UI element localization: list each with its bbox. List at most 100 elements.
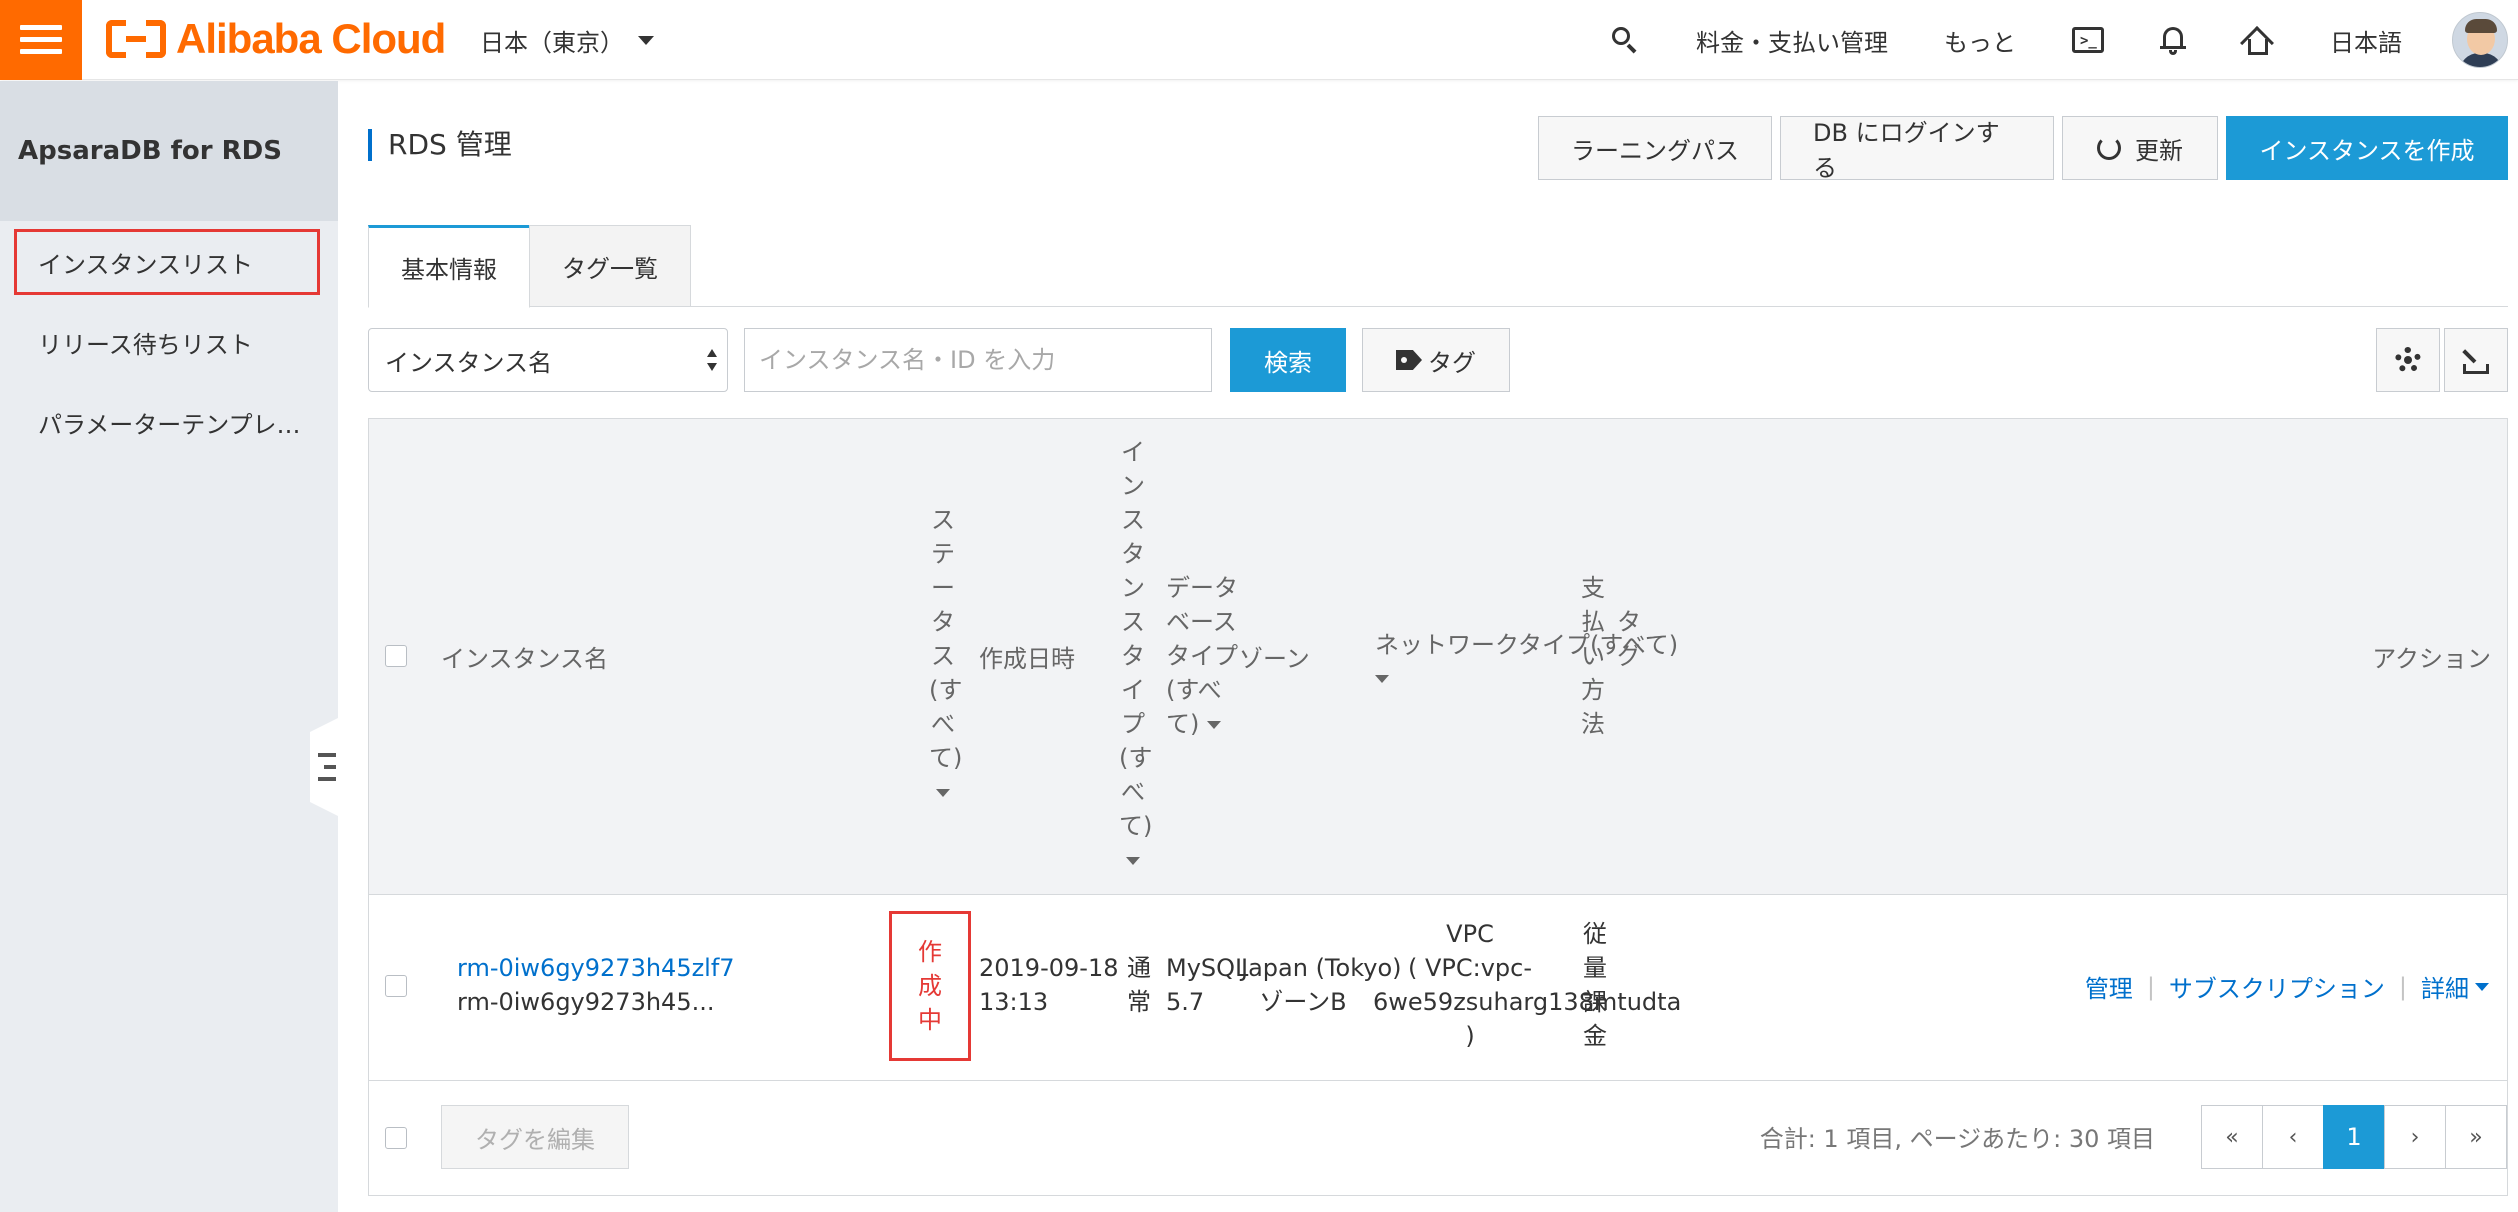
db-type-line: 5.7 [1166,988,1205,1016]
menu-button[interactable] [0,0,82,80]
header-status[interactable]: ステータス (すべて) [929,503,963,809]
header-payment-char: 法 [1581,710,1605,738]
home-button[interactable] [2214,0,2302,80]
sidebar-item-parameter-templates[interactable]: パラメーターテンプレ… [0,389,338,455]
instance-id-link[interactable]: rm-0iw6gy9273h45zlf7 [457,951,735,985]
instance-type-char: 常 [1127,988,1151,1016]
home-icon [2240,25,2274,60]
header-payment-char: 払 [1581,608,1605,636]
header-instance-type[interactable]: インスタンスタイプ (すべて) [1119,435,1152,877]
terminal-icon: >_ [2072,27,2104,53]
search-submit-button[interactable]: 検索 [1230,328,1346,392]
payment-char: 金 [1583,1022,1607,1050]
sidebar-item-instance-list[interactable]: インスタンスリスト [0,229,338,295]
notifications-button[interactable] [2132,0,2214,80]
header-status-char: ス [931,642,955,670]
payment-char: 課 [1583,988,1607,1016]
status-char: 成 [918,972,942,1000]
header-db-type[interactable]: データ ベース タイプ (すべ て) [1166,571,1238,741]
header-db-type-line: タイプ [1166,642,1238,670]
search-icon [1610,25,1640,55]
instance-type-char: 通 [1127,954,1151,982]
more-link[interactable]: もっと [1916,0,2044,80]
learning-path-button[interactable]: ラーニングパス [1538,116,1772,180]
db-type-filter-icon [1207,721,1222,729]
zone-cell: Japan (Tokyo) ゾーンB [1241,951,1402,1019]
header-status-char: タ [931,608,955,636]
row-checkbox[interactable] [385,975,407,997]
create-instance-button[interactable]: インスタンスを作成 [2226,116,2508,180]
header-tag-char: グ [1617,642,1641,670]
detail-dropdown[interactable]: 詳細 [2421,969,2489,1004]
header-instance-type-char: イ [1121,676,1145,704]
db-login-button[interactable]: DB にログインする [1780,116,2054,182]
instance-table: インスタンス名 ステータス (すべて) 作成日時 インスタンスタイプ (すべて) デ… [368,418,2508,1196]
header-zone: ゾーン [1239,645,1310,673]
detail-label: 詳細 [2421,975,2469,1003]
header-payment-char: 方 [1581,676,1605,704]
terminal-button[interactable]: >_ [2044,0,2132,80]
search-input[interactable] [744,328,1212,392]
export-button[interactable] [2444,328,2508,392]
instance-type-filter-icon [1126,857,1140,865]
table-row: rm-0iw6gy9273h45zlf7 rm-0iw6gy9273h45...… [369,895,2507,1081]
tab-basic-info[interactable]: 基本情報 [368,225,530,308]
header-instance-type-char: プ [1121,710,1145,738]
page-title: RDS 管理 [368,129,512,161]
header-db-type-line: データ [1166,574,1238,602]
pagination: « ‹ 1 › » [2201,1105,2507,1169]
header-instance-type-char: タ [1121,642,1145,670]
language-selector[interactable]: 日本語 [2302,0,2430,80]
alibaba-cloud-logo[interactable]: Alibaba Cloud [106,14,446,64]
next-page-button[interactable]: › [2384,1105,2446,1169]
header-instance-type-char: ス [1121,506,1145,534]
tag-filter-button[interactable]: タグ [1362,328,1510,392]
prev-page-button[interactable]: ‹ [2262,1105,2324,1169]
header-instance-name: インスタンス名 [441,645,609,673]
header-status-char: て) [929,744,963,772]
tab-bar: 基本情報 タグ一覧 [368,225,2508,308]
edit-tags-button[interactable]: タグを編集 [441,1105,629,1169]
sidebar-collapse-handle[interactable] [310,717,340,817]
tab-tag-list[interactable]: タグ一覧 [529,225,691,307]
avatar[interactable] [2452,12,2508,68]
zone-line: Japan (Tokyo) [1241,954,1402,982]
sidebar-item-pending-release[interactable]: リリース待ちリスト [0,309,338,375]
subscription-link[interactable]: サブスクリプション [2169,969,2385,1004]
billing-link[interactable]: 料金・支払い管理 [1668,0,1916,80]
status-badge: 作成中 [889,911,971,1061]
search-button[interactable] [1582,0,1668,80]
divider: | [2398,972,2407,1001]
sidebar-item-label: リリース待ちリスト [38,330,253,359]
header-status-char: ー [931,574,955,602]
created-time: 13:13 [979,988,1049,1016]
search-field-select[interactable]: インスタンス名 [368,328,728,392]
header-payment-char: い [1581,642,1605,670]
network-cell: VPC ( VPC:vpc- 6we59zsuharg138mtudta) [1373,917,1681,1053]
header-actions: ラーニングパス DB にログインする 更新 インスタンスを作成 [1538,116,2508,182]
payment-cell: 従量課金 [1581,917,1609,1053]
header-status-char: ス [931,506,955,534]
page-1-button[interactable]: 1 [2323,1105,2385,1169]
top-right-nav: 料金・支払い管理 もっと >_ 日本語 [1582,0,2518,80]
status-filter-icon [936,789,950,797]
first-page-button[interactable]: « [2201,1105,2263,1169]
manage-link[interactable]: 管理 [2085,969,2133,1004]
filter-bar: インスタンス名 検索 タグ [368,328,2508,392]
row-actions: 管理 | サブスクリプション | 詳細 [2085,969,2489,1004]
footer-select-all-checkbox[interactable] [385,1127,407,1149]
hamburger-icon [20,25,62,55]
select-all-checkbox[interactable] [385,645,407,667]
export-icon [2462,346,2489,374]
table-header: インスタンス名 ステータス (すべて) 作成日時 インスタンスタイプ (すべて) デ… [369,419,2507,895]
header-status-char: テ [931,540,955,568]
region-selector[interactable]: 日本（東京） [480,18,654,62]
payment-char: 従 [1583,920,1607,948]
refresh-button[interactable]: 更新 [2062,116,2218,180]
payment-char: 量 [1583,954,1607,982]
last-page-button[interactable]: » [2445,1105,2507,1169]
settings-button[interactable] [2376,328,2440,392]
select-arrows-icon [707,349,719,373]
header-db-type-line: (すべ [1166,676,1222,704]
pagination-summary: 合計: 1 項目, ページあたり: 30 項目 [1759,1125,2155,1153]
